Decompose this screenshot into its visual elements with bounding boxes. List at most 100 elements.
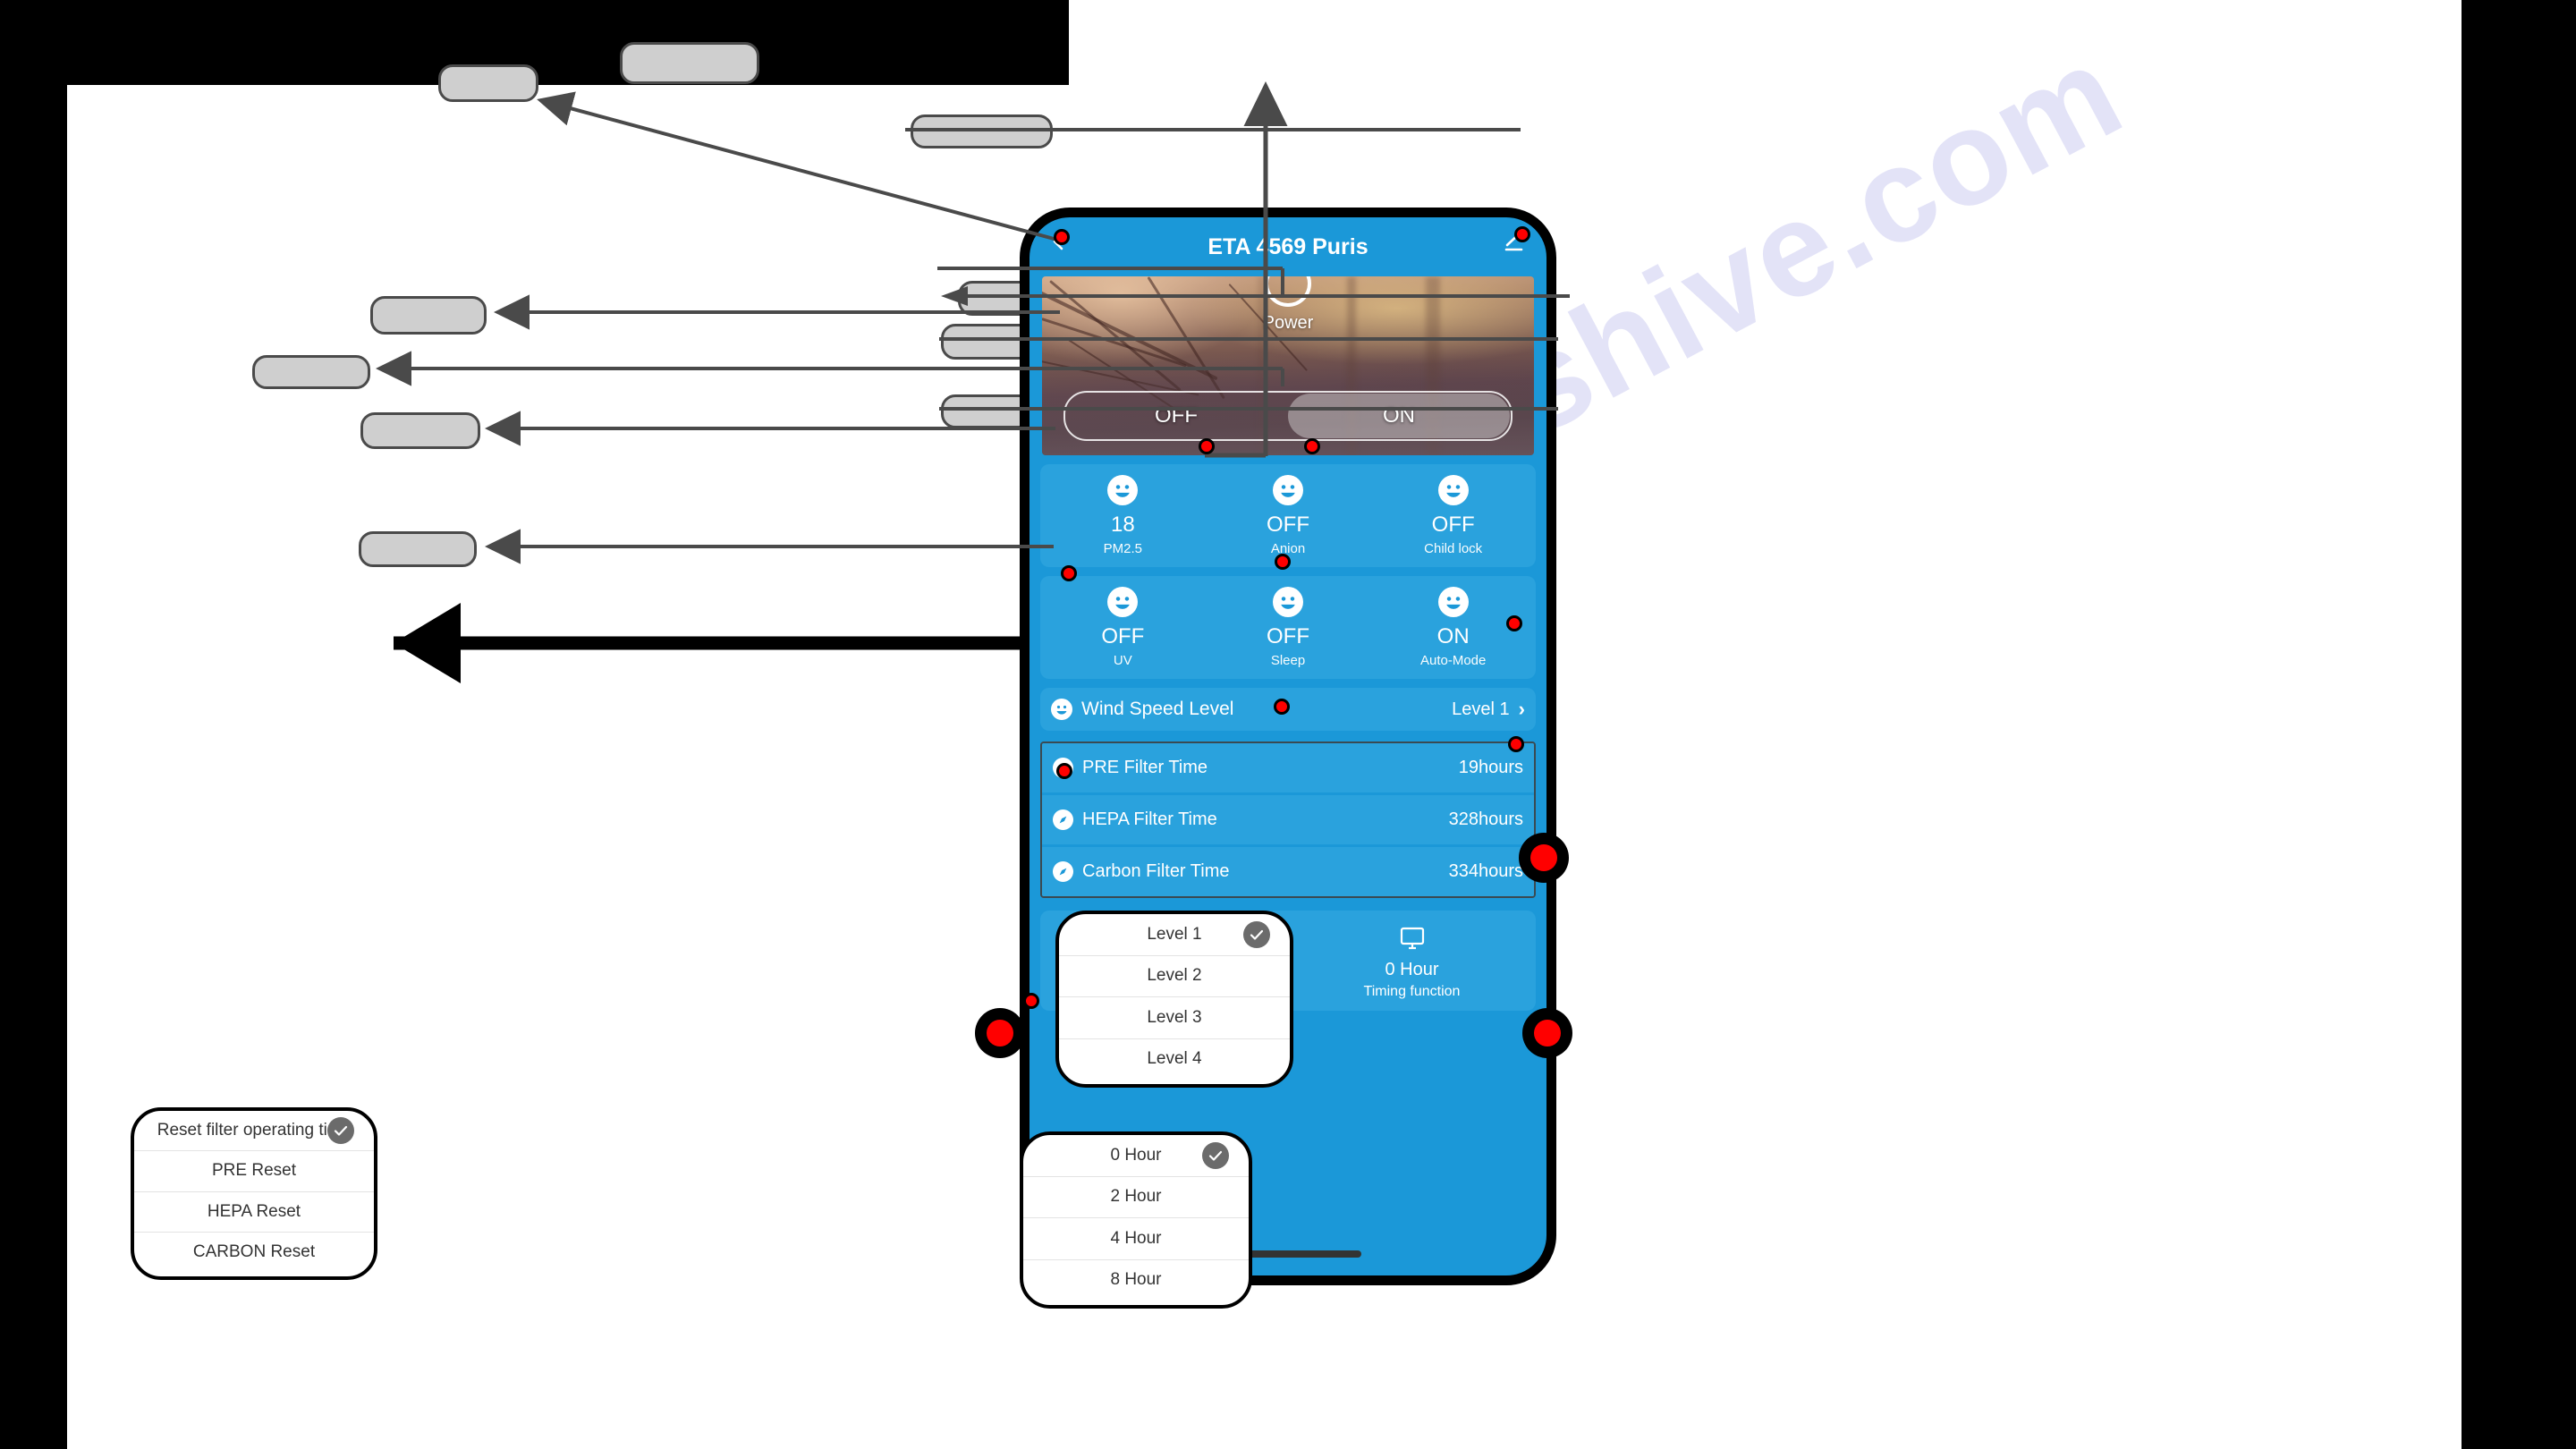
callout-uv [360,412,480,449]
smiley-face-icon [1107,475,1139,505]
checkmark-icon [1202,1141,1229,1169]
status-card: OFF UV OFF Sleep ON Auto-Mode [1040,576,1536,679]
smiley-face-icon [1273,587,1303,617]
right-black-margin [2462,0,2576,1449]
timer-popup[interactable]: 0 Hour 2 Hour 4 Hour 8 Hour [1020,1131,1252,1309]
power-on-option[interactable]: ON [1288,394,1510,438]
popup-item-label: 8 Hour [1110,1270,1162,1290]
popup-item-label: Level 2 [1147,966,1202,986]
marker-auto-mode [1508,736,1524,752]
wind-speed-label: Wind Speed Level [1081,699,1234,719]
popup-menu-item[interactable]: Level 4 [1059,1039,1290,1080]
marker-child-lock [1506,615,1522,631]
checkmark-icon [327,1117,354,1145]
status-value: OFF [1431,513,1475,537]
status-tile-anion[interactable]: OFF Anion [1206,475,1371,556]
status-value: OFF [1267,513,1309,537]
power-off-option[interactable]: OFF [1065,393,1287,439]
popup-menu-item[interactable]: 0 Hour [1023,1135,1249,1177]
status-value: OFF [1101,624,1145,648]
smiley-face-icon [1437,587,1469,617]
popup-item-label: PRE Reset [212,1161,296,1181]
wind-level-popup[interactable]: Level 1 Level 2 Level 3 Level 4 [1055,911,1293,1088]
popup-menu-item[interactable]: Level 1 [1059,914,1290,956]
chevron-right-icon[interactable]: › [1519,698,1525,721]
popup-item-label: 0 Hour [1110,1145,1162,1165]
popup-menu-item[interactable]: 2 Hour [1023,1177,1249,1218]
page-title: ETA 4569 Puris [1208,233,1368,259]
filter-value: 19hours [1458,758,1523,777]
callout-edit-name [911,114,1053,148]
status-caption: Auto-Mode [1419,653,1487,668]
status-caption: UV [1113,653,1132,668]
popup-item-label: CARBON Reset [192,1241,316,1261]
filter-value: 334hours [1448,861,1523,881]
left-black-margin [0,0,67,1449]
status-card: 18 PM2.5 OFF Anion OFF Child lock [1040,464,1536,567]
status-cards-group: 18 PM2.5 OFF Anion OFF Child lock OFF UV OFF Slee… [1030,464,1546,679]
marker-timer [1522,1008,1572,1058]
filter-row[interactable]: HEPA Filter Time 328hours [1042,795,1534,847]
marker-back-button [1054,229,1070,245]
callout-power-toggle [620,42,759,84]
status-tile-pm2-5[interactable]: 18 PM2.5 [1040,475,1206,556]
filter-row[interactable]: Carbon Filter Time 334hours [1042,847,1534,896]
filter-label: Carbon Filter Time [1082,861,1230,881]
status-caption: Sleep [1270,653,1306,668]
popup-item-label: Reset filter operating time [157,1121,352,1140]
popup-menu-item[interactable]: 8 Hour [1023,1260,1249,1301]
marker-uv [1056,763,1072,779]
status-tile-uv[interactable]: OFF UV [1040,587,1206,668]
power-toggle[interactable]: OFF ON [1063,391,1513,441]
filter-row[interactable]: PRE Filter Time 19hours [1042,743,1534,795]
checkmark-icon [1243,920,1270,948]
popup-menu-item[interactable]: Level 2 [1059,956,1290,997]
timing-function-action[interactable]: 0 Hour Timing function [1288,922,1536,1000]
popup-item-label: 2 Hour [1110,1187,1162,1207]
popup-menu-item[interactable]: Level 3 [1059,997,1290,1039]
smiley-face-icon [1273,475,1303,505]
compass-icon [1053,809,1073,830]
status-tile-child-lock[interactable]: OFF Child lock [1370,475,1536,556]
power-icon [1265,276,1311,307]
smiley-face-icon [1051,699,1072,720]
marker-filter-reset [975,1008,1025,1058]
wind-speed-value: Level 1 [1452,699,1510,719]
status-caption: PM2.5 [1103,541,1143,556]
marker-edit-icon [1514,226,1530,242]
marker-power-on [1304,438,1320,454]
filter-label: PRE Filter Time [1082,758,1208,777]
filter-label: HEPA Filter Time [1082,809,1217,829]
bottom-action-title: 0 Hour [1385,959,1439,979]
status-value: OFF [1267,624,1309,648]
app-header: ETA 4569 Puris [1030,217,1546,273]
marker-anion [1275,554,1291,570]
marker-hepa-filter [1023,993,1039,1009]
status-caption: Child lock [1424,541,1483,556]
popup-menu-item[interactable]: CARBON Reset [134,1233,374,1272]
callout-pm25 [370,296,487,335]
power-label: Power [1262,313,1314,333]
marker-sleep [1274,699,1290,715]
popup-item-label: HEPA Reset [207,1201,301,1221]
popup-item-label: 4 Hour [1110,1228,1162,1248]
popup-menu-item[interactable]: PRE Reset [134,1151,374,1192]
popup-item-label: Level 4 [1147,1049,1202,1069]
popup-menu-item[interactable]: Reset filter operating time [134,1111,374,1152]
status-value: 18 [1110,513,1135,537]
status-tile-sleep[interactable]: OFF Sleep [1206,587,1371,668]
callout-sleep [252,355,370,389]
marker-wind-speed [1519,833,1569,883]
monitor-icon [1397,922,1428,954]
smiley-face-icon [1437,475,1469,505]
power-indicator: Power [1042,276,1534,334]
popup-menu-item[interactable]: 4 Hour [1023,1218,1249,1260]
smiley-face-icon [1107,587,1139,617]
filter-value: 328hours [1448,809,1523,829]
filter-reset-popup[interactable]: Reset filter operating time PRE Reset HEPA… [131,1107,377,1280]
phone-device: ETA 4569 Puris Power OFF ON 18 PM2.5 OFF An… [1020,208,1556,1285]
marker-pm25 [1061,565,1077,581]
bottom-action-subtitle: Timing function [1363,983,1461,999]
popup-menu-item[interactable]: HEPA Reset [134,1192,374,1233]
popup-item-label: Level 3 [1147,1007,1202,1027]
